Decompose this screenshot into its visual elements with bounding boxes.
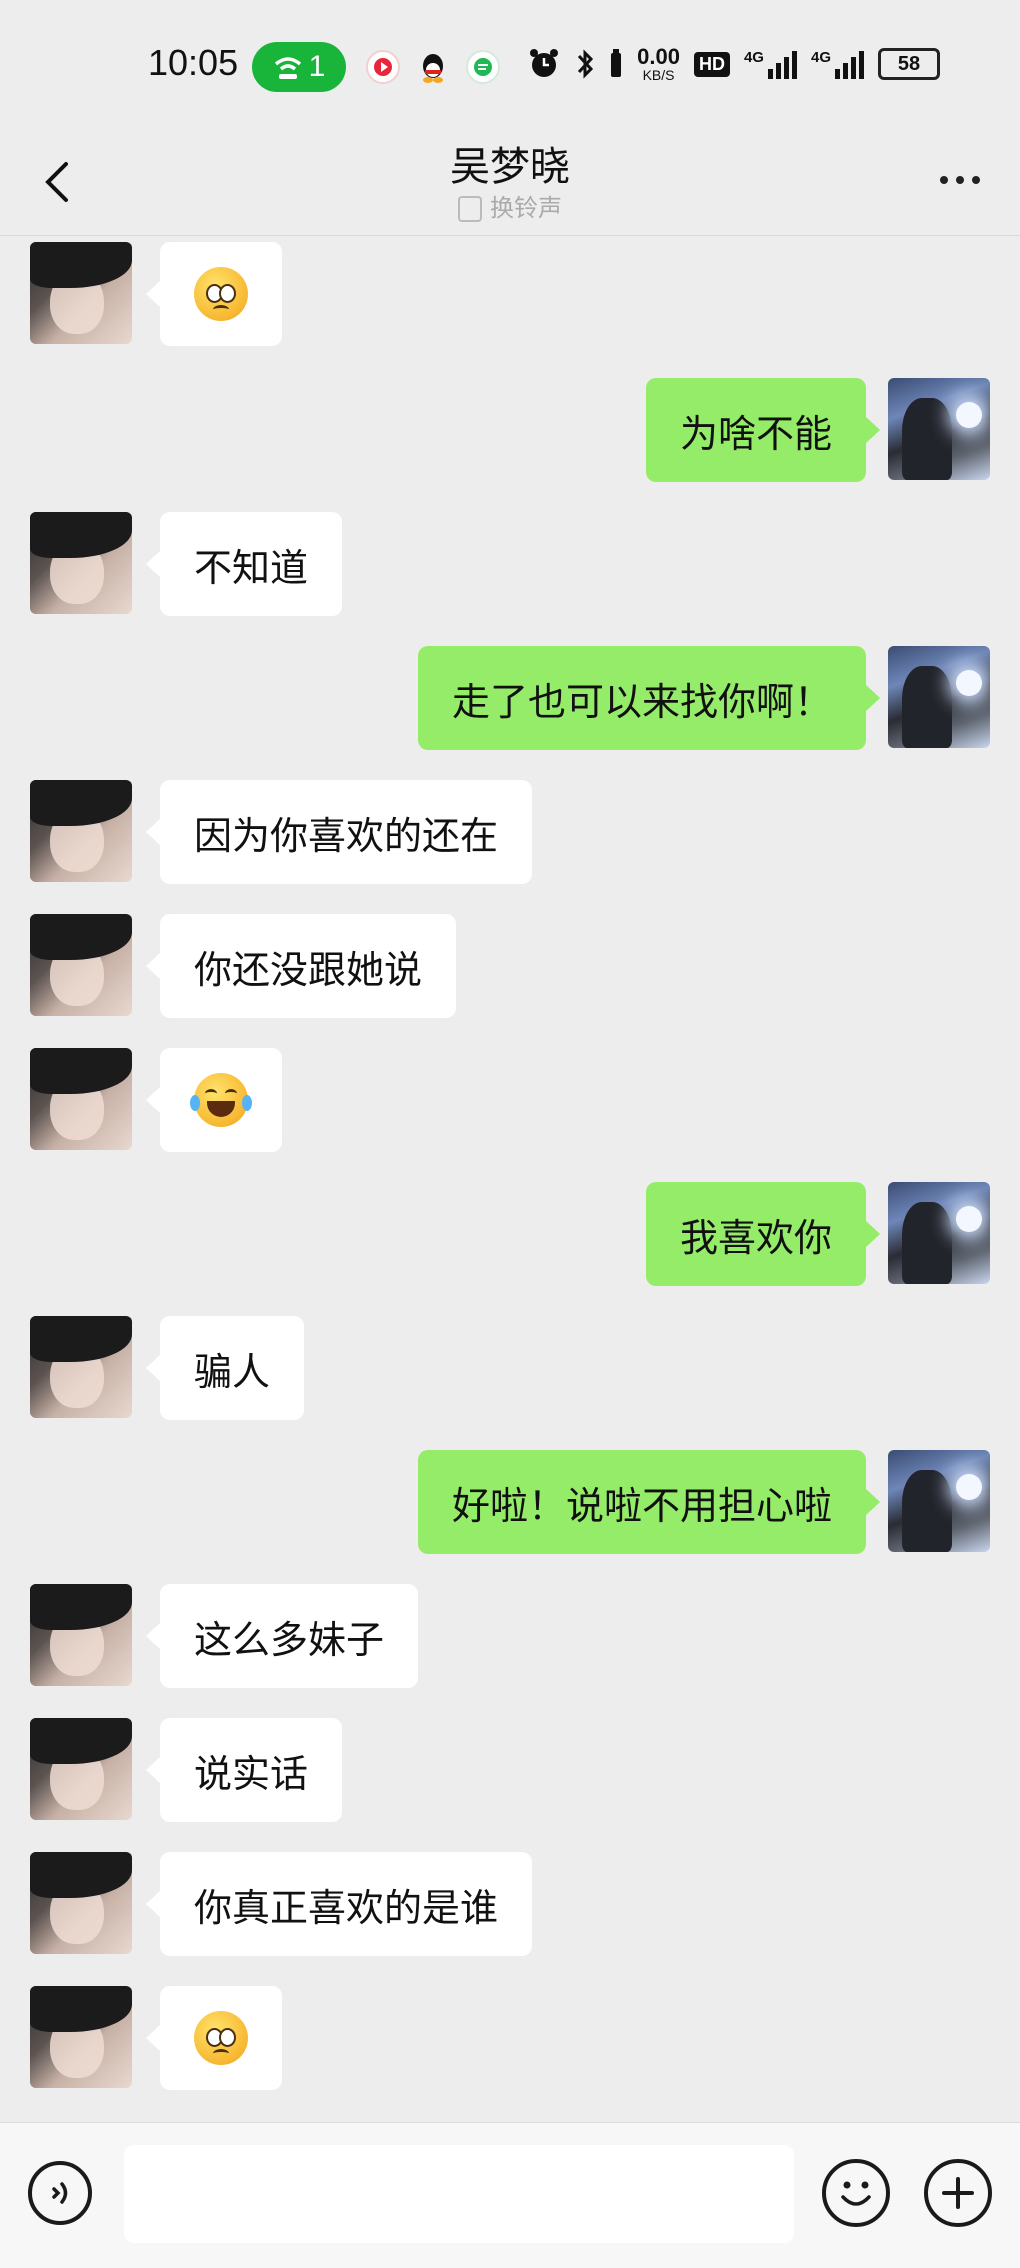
chat-header: 吴梦晓 换铃声 [0,130,1020,236]
network-speed-unit: KB/S [642,67,675,83]
network-speed-value: 0.00 [637,44,680,69]
status-indicators: 0.00 KB/S HD 4G 4G 58 [527,46,940,82]
wifi-hotspot-badge: 1 [252,42,346,92]
message-row-her: 说实话 [0,1718,1020,1822]
contact-avatar[interactable] [30,512,132,614]
message-row-her [0,242,1020,346]
signal-2: 4G [811,49,864,79]
emoji-button[interactable] [822,2159,890,2227]
message-bubble[interactable]: 好啦！说啦不用担心啦 [417,1450,881,1554]
emoji-icon [841,2181,871,2206]
my-avatar[interactable] [888,1182,990,1284]
my-avatar[interactable] [888,1450,990,1552]
network-type-1: 4G [743,49,764,66]
ringtone-label: 换铃声 [490,194,562,222]
message-row-her [0,1986,1020,2090]
contact-avatar[interactable] [30,1986,132,2088]
wifi-icon [274,57,301,79]
input-bar [0,2122,1020,2268]
network-speed: 0.00 KB/S [637,44,680,83]
message-row-her: 因为你喜欢的还在 [0,780,1020,884]
ringtone-icon [458,196,482,222]
message-row-her: 骗人 [0,1316,1020,1420]
message-bubble[interactable] [146,242,282,346]
pleading-face-emoji [194,2011,248,2065]
more-dot [972,176,980,184]
contact-avatar[interactable] [30,1718,132,1820]
message-bubble[interactable] [146,1986,282,2090]
battery-level: 58 [897,52,921,75]
app-notification-icon [366,50,400,84]
message-row-her: 你真正喜欢的是谁 [0,1852,1020,1956]
contact-avatar[interactable] [30,780,132,882]
battery-saver-icon [611,49,622,77]
contact-avatar[interactable] [30,1048,132,1150]
voice-button[interactable] [28,2161,92,2225]
bluetooth-icon [578,49,594,79]
message-bubble[interactable]: 因为你喜欢的还在 [145,780,533,884]
signal-bars-icon [767,51,797,79]
more-features-button[interactable] [924,2159,992,2227]
message-bubble[interactable]: 你真正喜欢的是谁 [145,1852,533,1956]
pleading-face-emoji [194,267,248,321]
more-dot [956,176,964,184]
message-row-her: 这么多妹子 [0,1584,1020,1688]
message-row-me: 走了也可以来找你啊！ [0,646,1020,750]
message-row-me: 我喜欢你 [0,1182,1020,1286]
battery-icon: 58 [878,48,940,80]
message-row-her: 不知道 [0,512,1020,616]
hd-badge: HD [693,51,730,77]
contact-avatar[interactable] [30,914,132,1016]
message-input[interactable] [124,2145,794,2243]
voice-icon [52,2182,68,2204]
signal-1: 4G [744,49,797,79]
ringtone-link[interactable]: 换铃声 [0,188,1020,223]
message-list[interactable]: 为啥不能 不知道 走了也可以来找你啊！ 因为你喜欢的还在 你还没跟她说 我喜欢你… [0,236,1020,2122]
my-avatar[interactable] [888,378,990,480]
message-bubble[interactable]: 骗人 [145,1316,305,1420]
status-time: 10:05 [148,42,239,83]
signal-bars-icon [835,51,864,79]
message-bubble[interactable] [146,1048,282,1152]
contact-avatar[interactable] [30,1584,132,1686]
message-bubble[interactable]: 走了也可以来找你啊！ [417,646,881,750]
message-bubble[interactable]: 不知道 [145,512,343,616]
plus-icon [942,2177,974,2209]
hd-label: HD [698,53,725,74]
more-options-button[interactable] [930,160,990,200]
contact-avatar[interactable] [30,1316,132,1418]
message-row-her: 你还没跟她说 [0,914,1020,1018]
contact-avatar[interactable] [30,1852,132,1954]
message-bubble[interactable]: 为啥不能 [645,378,881,482]
qq-icon [416,50,450,84]
message-bubble[interactable]: 我喜欢你 [645,1182,881,1286]
alarm-icon [530,49,559,77]
message-row-me: 好啦！说啦不用担心啦 [0,1450,1020,1554]
message-row-me: 为啥不能 [0,378,1020,482]
wifi-count: 1 [308,50,326,83]
message-bubble[interactable]: 说实话 [145,1718,343,1822]
message-bubble[interactable]: 这么多妹子 [145,1584,419,1688]
contact-avatar[interactable] [30,242,132,344]
tears-of-joy-emoji [190,1073,252,1127]
network-type-2: 4G [810,49,831,66]
message-row-her [0,1048,1020,1152]
contact-name: 吴梦晓 [450,144,570,190]
message-app-icon [466,50,500,84]
status-bar: 10:05 1 0.00 KB/S HD 4G 4G 58 [0,0,1020,130]
message-bubble[interactable]: 你还没跟她说 [145,914,457,1018]
my-avatar[interactable] [888,646,990,748]
more-dot [940,176,948,184]
